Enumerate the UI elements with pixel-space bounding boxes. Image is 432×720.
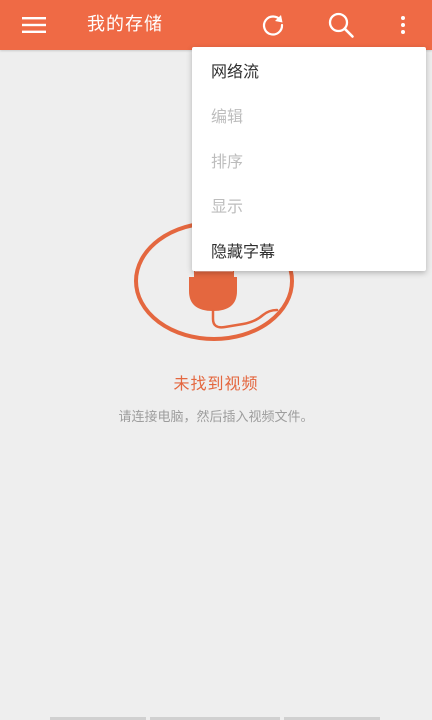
- search-icon: [328, 12, 354, 38]
- refresh-icon: [262, 15, 284, 36]
- refresh-button[interactable]: [253, 0, 293, 50]
- more-vert-icon: [401, 16, 405, 34]
- menu-item-hide-subtitles[interactable]: 隐藏字幕: [192, 227, 426, 272]
- menu-item-network-stream[interactable]: 网络流: [192, 47, 426, 92]
- more-options-button[interactable]: [388, 0, 418, 50]
- empty-state-title: 未找到视频: [173, 374, 259, 393]
- menu-item-sort: 排序: [211, 151, 244, 171]
- menu-item-edit: 编辑: [211, 106, 244, 126]
- search-button[interactable]: [320, 0, 362, 50]
- page-title: 我的存储: [87, 14, 163, 35]
- menu-item-display: 显示: [211, 196, 244, 216]
- app-bar: 我的存储: [0, 0, 432, 50]
- overflow-menu: 网络流 编辑 排序 显示 隐藏字幕: [192, 47, 426, 271]
- menu-button[interactable]: [14, 0, 54, 50]
- empty-state-subtitle: 请连接电脑，然后插入视频文件。: [118, 410, 314, 425]
- menu-icon: [22, 17, 46, 33]
